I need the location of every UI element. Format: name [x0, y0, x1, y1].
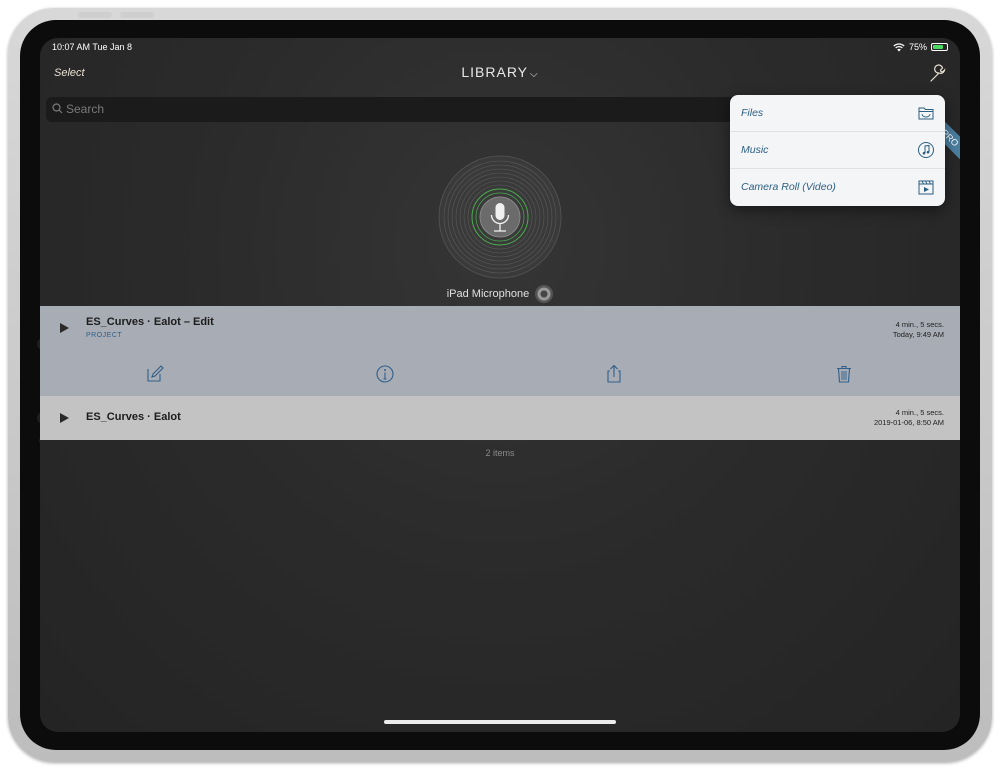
recording-row[interactable]: ES_Curves · Ealot 4 min., 5 secs. 2019-0…	[40, 396, 960, 440]
search-icon	[52, 103, 63, 114]
navigation-bar: Select LIBRARY ⌵	[40, 58, 960, 90]
import-menu-item-music[interactable]: Music	[730, 132, 945, 169]
app-screen: 10:07 AM Tue Jan 8 75% Select LIBRARY ⌵ S…	[40, 38, 960, 732]
recording-type-label: PROJECT	[86, 332, 123, 339]
recording-title: ES_Curves · Ealot – Edit	[86, 316, 214, 328]
recording-meta: 4 min., 5 secs. Today, 9:49 AM	[893, 320, 944, 340]
recording-duration: 4 min., 5 secs.	[895, 408, 944, 417]
chevron-down-icon: ⌵	[530, 69, 539, 80]
volume-button	[120, 12, 154, 18]
recording-date: Today, 9:49 AM	[892, 330, 944, 339]
input-source-selector[interactable]: iPad Microphone	[40, 285, 960, 303]
input-source-label: iPad Microphone	[446, 287, 530, 300]
input-level-knob-icon[interactable]	[535, 285, 554, 303]
record-button[interactable]	[438, 155, 562, 279]
volume-button	[78, 12, 112, 18]
item-count: 2 items	[485, 448, 515, 458]
home-indicator[interactable]	[384, 720, 616, 724]
clapperboard-icon	[918, 180, 934, 195]
status-bar: 10:07 AM Tue Jan 8 75%	[52, 42, 948, 56]
import-menu-popover: Files Music Camera Roll (Video)	[730, 95, 945, 206]
import-menu-item-camera-roll[interactable]: Camera Roll (Video)	[730, 169, 945, 206]
share-icon[interactable]	[604, 364, 624, 384]
search-placeholder: Search	[66, 102, 105, 116]
wrench-icon[interactable]	[928, 64, 948, 84]
folder-icon	[918, 107, 934, 120]
recording-date: 2019-01-06, 8:50 AM	[873, 418, 944, 427]
import-menu-label: Files	[741, 107, 764, 119]
play-icon[interactable]	[60, 323, 69, 333]
status-right: 75%	[893, 42, 948, 52]
battery-fill	[933, 45, 943, 49]
info-icon[interactable]	[375, 364, 395, 384]
import-menu-label: Music	[741, 144, 769, 156]
page-title: LIBRARY	[461, 64, 529, 80]
trash-icon[interactable]	[834, 364, 854, 384]
library-title-menu[interactable]: LIBRARY ⌵	[40, 64, 960, 80]
battery-icon	[931, 43, 948, 51]
recording-title: ES_Curves · Ealot	[86, 411, 181, 423]
battery-percent: 75%	[908, 42, 927, 52]
recording-duration: 4 min., 5 secs.	[895, 320, 944, 329]
recording-row[interactable]: ES_Curves · Ealot – Edit PROJECT 4 min.,…	[40, 306, 960, 396]
wifi-icon	[893, 42, 905, 51]
status-time-date: 10:07 AM Tue Jan 8	[52, 42, 133, 52]
music-note-icon	[918, 142, 934, 158]
play-icon[interactable]	[60, 413, 69, 423]
recording-meta: 4 min., 5 secs. 2019-01-06, 8:50 AM	[874, 408, 944, 428]
import-menu-label: Camera Roll (Video)	[741, 181, 836, 193]
row-action-bar	[40, 364, 960, 386]
import-menu-item-files[interactable]: Files	[730, 95, 945, 132]
edit-icon[interactable]	[145, 364, 165, 384]
